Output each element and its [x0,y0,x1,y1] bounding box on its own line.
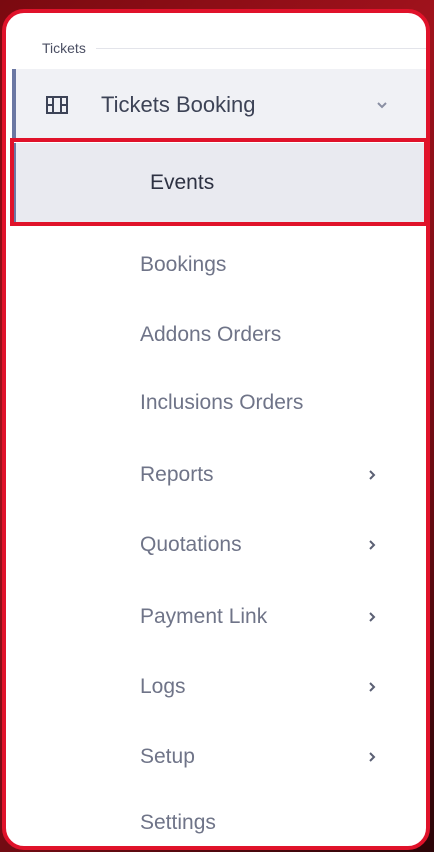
section-title: Tickets [42,40,86,56]
sidebar-item-label: Payment Link [140,605,268,628]
sidebar-item-logs[interactable]: Logs [6,657,426,717]
sidebar-item-inclusions-orders[interactable]: Inclusions Orders [6,373,426,433]
sidebar-item-payment-link[interactable]: Payment Link [6,587,426,647]
sidebar-item-label: Addons Orders [140,323,282,346]
chevron-right-icon [368,727,376,787]
chevron-right-icon [368,515,376,575]
chevron-right-icon [368,657,376,717]
section-header: Tickets [42,35,426,61]
sidebar-item-reports[interactable]: Reports [6,445,426,505]
chevron-right-icon [368,587,376,647]
sidebar-item-label: Settings [140,811,216,834]
chevron-right-icon [368,445,376,505]
sidebar-item-bookings[interactable]: Bookings [6,235,426,295]
sidebar-item-events[interactable]: Events [12,143,426,223]
sidebar-item-addons-orders[interactable]: Addons Orders [6,305,426,365]
sidebar-item-settings[interactable]: Settings [6,793,426,846]
sidebar-item-label: Quotations [140,533,242,556]
sidebar-item-label: Events [150,171,215,194]
sidebar-item-label: Inclusions Orders [140,391,304,414]
sidebar-group-label: Tickets Booking [101,92,256,117]
section-divider [95,47,426,49]
sidebar-item-label: Reports [140,463,214,486]
chevron-down-icon[interactable] [376,69,388,141]
film-icon [46,69,68,141]
sidebar-item-setup[interactable]: Setup [6,727,426,787]
sidebar-item-label: Logs [140,675,186,698]
sidebar-item-label: Bookings [140,253,227,276]
sidebar-group-tickets-booking[interactable]: Tickets Booking [12,69,426,141]
sidebar-item-label: Setup [140,745,195,768]
sidebar-item-quotations[interactable]: Quotations [6,515,426,575]
sidebar-panel: Tickets Tickets Booking Events Bookings … [2,9,430,850]
